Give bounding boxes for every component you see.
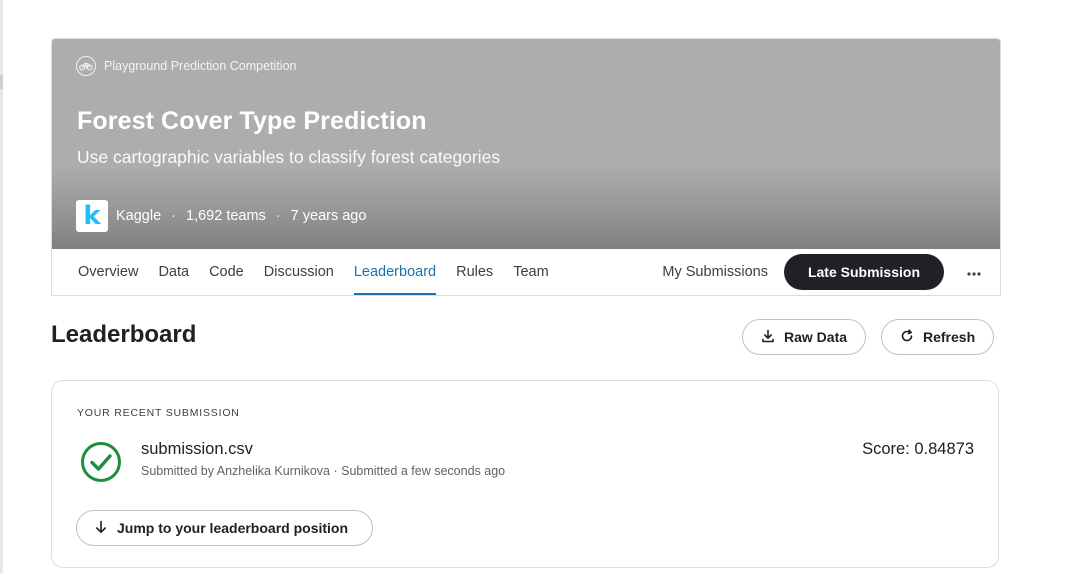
submission-score: Score: 0.84873 bbox=[862, 440, 974, 458]
jump-label: Jump to your leaderboard position bbox=[117, 520, 349, 536]
raw-data-button[interactable]: Raw Data bbox=[742, 319, 867, 355]
tab-discussion[interactable]: Discussion bbox=[264, 249, 334, 295]
tab-overview[interactable]: Overview bbox=[78, 249, 138, 295]
raw-data-label: Raw Data bbox=[784, 329, 848, 345]
my-submissions-link[interactable]: My Submissions bbox=[662, 264, 768, 280]
window-edge-marker bbox=[0, 75, 3, 89]
bicycle-icon bbox=[76, 56, 96, 76]
competition-header: Playground Prediction Competition Forest… bbox=[51, 38, 1001, 296]
team-count: 1,692 teams bbox=[186, 208, 266, 224]
tab-code[interactable]: Code bbox=[209, 249, 244, 295]
competition-subtitle: Use cartographic variables to classify f… bbox=[77, 147, 501, 167]
refresh-icon bbox=[900, 328, 914, 346]
submission-meta: Submitted by Anzhelika Kurnikova · Submi… bbox=[141, 464, 506, 478]
leaderboard-header: Leaderboard Raw Data Refresh bbox=[51, 296, 1001, 380]
competition-age: 7 years ago bbox=[290, 208, 367, 224]
competition-type-label: Playground Prediction Competition bbox=[104, 59, 297, 73]
late-submission-button[interactable]: Late Submission bbox=[783, 254, 944, 290]
refresh-button[interactable]: Refresh bbox=[881, 319, 995, 355]
recent-submission-card: YOUR RECENT SUBMISSION submission.csv Su… bbox=[51, 380, 999, 568]
recent-submission-label: YOUR RECENT SUBMISSION bbox=[77, 407, 240, 419]
tab-team[interactable]: Team bbox=[513, 249, 548, 295]
host-info: k Kaggle · 1,692 teams · 7 years ago bbox=[76, 200, 366, 232]
arrow-down-icon bbox=[95, 520, 107, 537]
host-name[interactable]: Kaggle bbox=[116, 208, 161, 224]
competition-banner: Playground Prediction Competition Forest… bbox=[52, 39, 1000, 249]
jump-to-position-button[interactable]: Jump to your leaderboard position bbox=[76, 510, 374, 546]
separator-dot: · bbox=[171, 208, 176, 224]
check-circle-icon bbox=[79, 440, 123, 489]
tab-leaderboard[interactable]: Leaderboard bbox=[353, 249, 437, 295]
tab-data[interactable]: Data bbox=[158, 249, 189, 295]
more-horizontal-icon[interactable] bbox=[962, 263, 986, 281]
competition-title: Forest Cover Type Prediction bbox=[77, 107, 427, 135]
competition-tabs: Overview Data Code Discussion Leaderboar… bbox=[52, 249, 1000, 295]
refresh-label: Refresh bbox=[923, 329, 976, 345]
tab-rules[interactable]: Rules bbox=[456, 249, 493, 295]
separator-dot: · bbox=[275, 208, 281, 224]
download-icon bbox=[761, 329, 775, 346]
submission-file-name[interactable]: submission.csv bbox=[141, 440, 253, 459]
tab-actions: My Submissions Late Submission bbox=[662, 249, 1000, 295]
leaderboard-title: Leaderboard bbox=[51, 321, 197, 348]
kaggle-logo-icon[interactable]: k bbox=[76, 200, 108, 232]
competition-type: Playground Prediction Competition bbox=[76, 56, 296, 76]
competition-page: Playground Prediction Competition Forest… bbox=[51, 38, 1001, 568]
tab-list: Overview Data Code Discussion Leaderboar… bbox=[78, 249, 569, 295]
